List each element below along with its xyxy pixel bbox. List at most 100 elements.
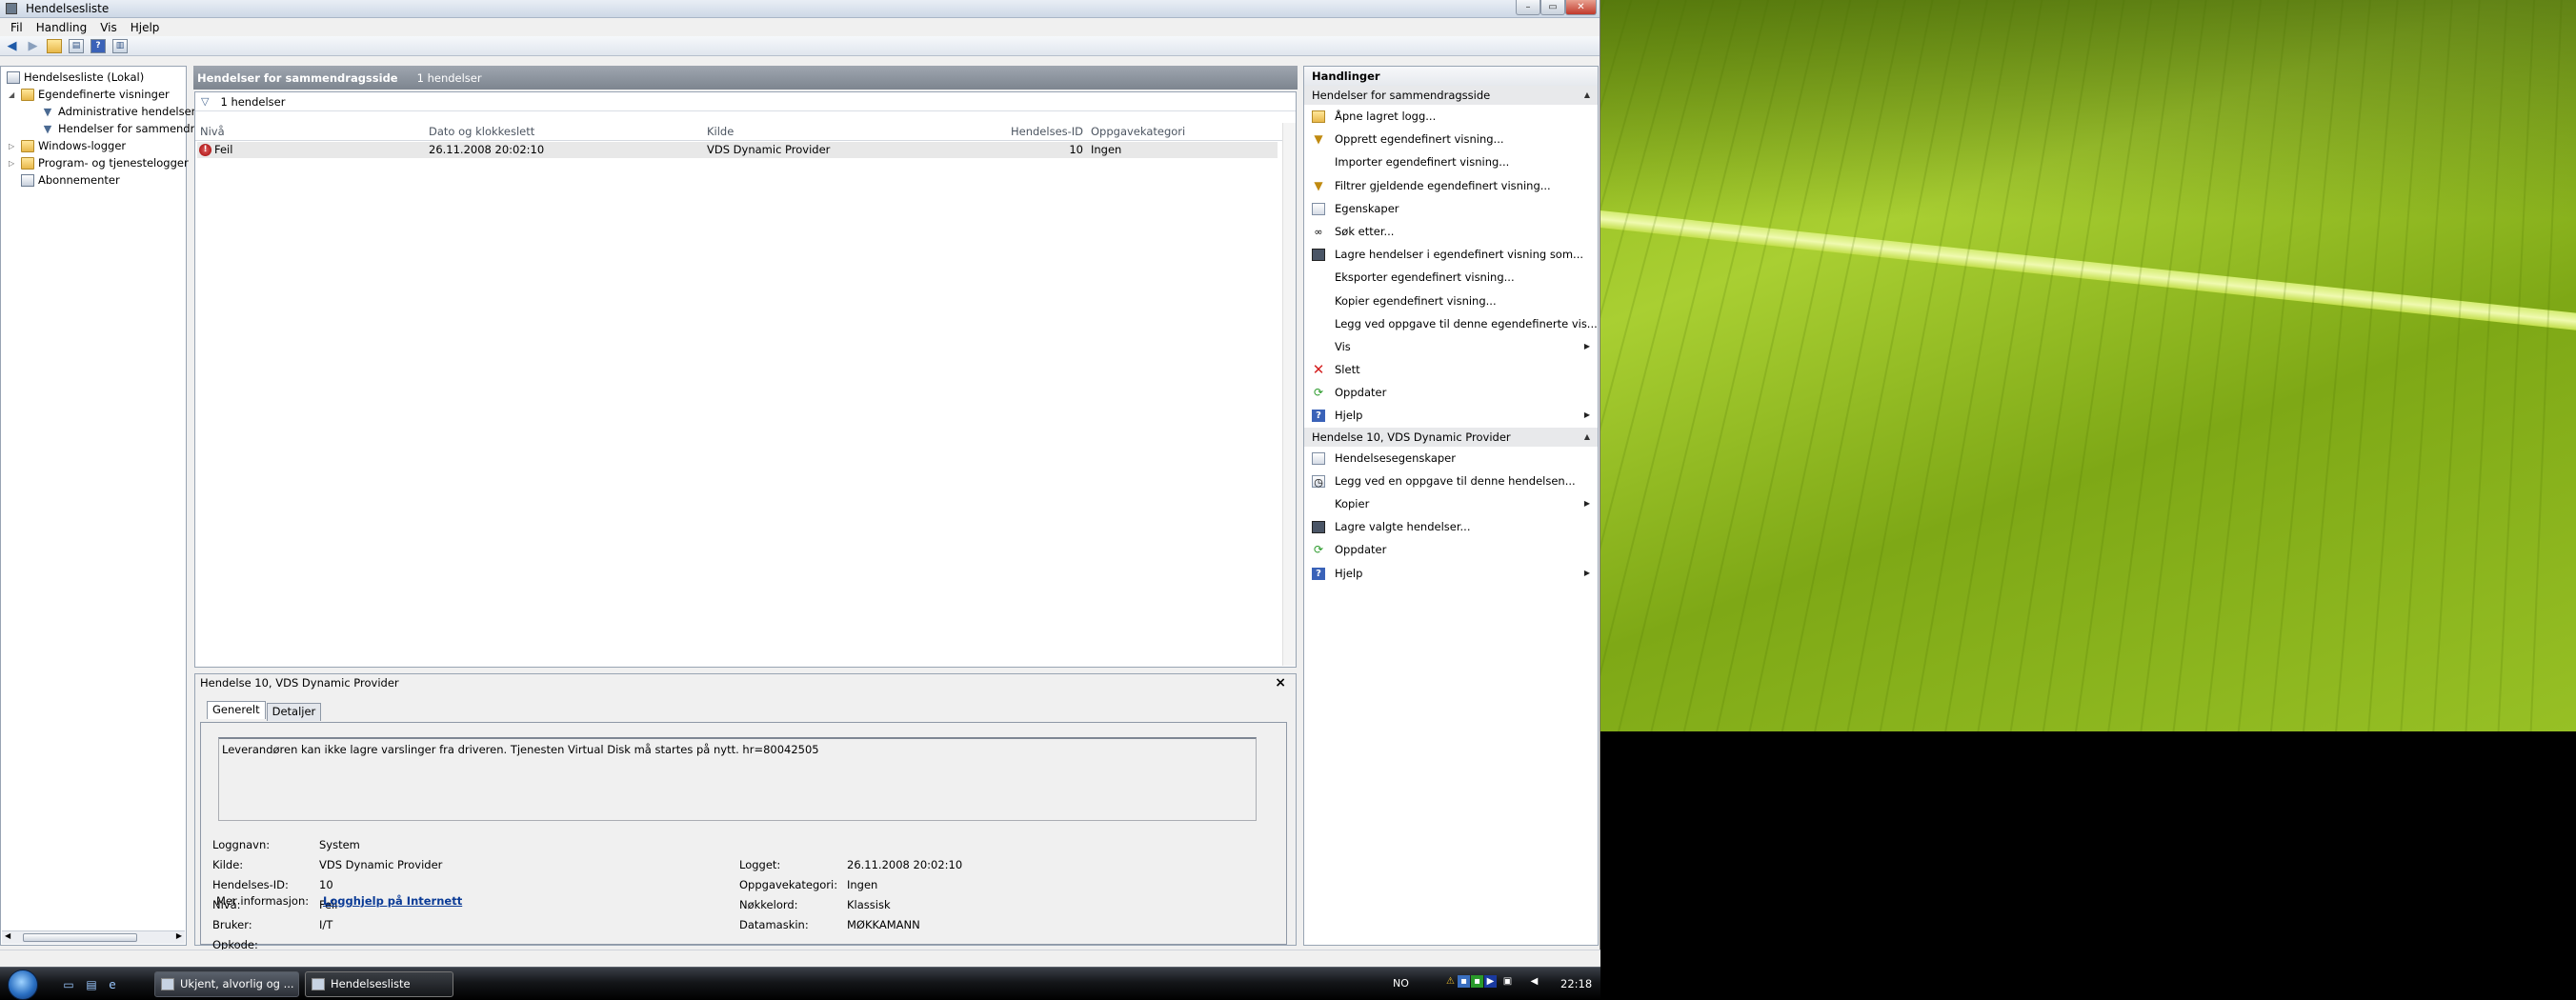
event-viewer-window: Hendelsesliste – ▭ ✕ Fil Handling Vis Hj… [0, 0, 1600, 967]
security-icon[interactable]: ⚠ [1444, 975, 1457, 988]
event-message[interactable]: Leverandøren kan ikke lagre varslinger f… [218, 737, 1257, 821]
tray-media-icon[interactable]: ▶ [1484, 975, 1497, 988]
start-button[interactable] [8, 970, 38, 1000]
show-desktop-icon[interactable]: ▭ [61, 978, 76, 991]
taskbar-item-event-viewer[interactable]: Hendelsesliste [305, 971, 453, 997]
action-item[interactable]: Eksporter egendefinert visning... [1304, 266, 1598, 289]
menu-fil[interactable]: Fil [4, 21, 30, 34]
table-row[interactable]: ! Feil 26.11.2008 20:02:10 VDS Dynamic Pr… [197, 142, 1278, 158]
scroll-left-arrow-icon[interactable]: ◀ [5, 931, 10, 940]
action-item[interactable]: ∞ Søk etter... [1304, 220, 1598, 243]
details-tabs: Generelt Detaljer [207, 701, 322, 721]
label-logged: Logget: [739, 858, 781, 871]
label-computer: Datamaskin: [739, 918, 809, 931]
tree-item-windows-logs[interactable]: ▷ Windows-logger [9, 138, 126, 154]
actions-section-view[interactable]: Hendelser for sammendragsside [1304, 86, 1598, 105]
volume-icon[interactable]: ◀ [1528, 975, 1540, 988]
tab-details[interactable]: Detaljer [266, 703, 322, 721]
up-folder-icon[interactable] [47, 38, 62, 53]
action-item[interactable]: Importer egendefinert visning... [1304, 150, 1598, 173]
action-item[interactable]: Egenskaper [1304, 197, 1598, 220]
close-icon[interactable]: × [1275, 675, 1286, 690]
tree-item-summary-events[interactable]: ▼ Hendelser for sammendr [41, 121, 195, 137]
general-tab-body: Leverandøren kan ikke lagre varslinger f… [200, 722, 1287, 951]
action-label: Legg ved oppgave til denne egendefinerte… [1335, 316, 1598, 330]
filter-count: 1 hendelser [220, 94, 286, 109]
label-log-name: Loggnavn: [212, 838, 271, 851]
forward-arrow-icon[interactable]: ▶ [24, 38, 42, 54]
tree-item-root[interactable]: Hendelsesliste (Lokal) [7, 70, 144, 86]
actions-list-view: Åpne lagret logg... ▼ Opprett egendefinert… [1304, 105, 1598, 428]
back-arrow-icon[interactable]: ◀ [3, 38, 21, 54]
clock[interactable]: 22:18 [1560, 977, 1592, 990]
tree-item-subscriptions[interactable]: Abonnementer [21, 172, 120, 189]
action-item[interactable]: Kopier ▶ [1304, 492, 1598, 515]
maximize-button[interactable]: ▭ [1540, 0, 1565, 15]
filter-bar: ▽ 1 hendelser [195, 92, 1296, 111]
action-item[interactable]: Vis ▶ [1304, 335, 1598, 358]
taskbar-item-ie[interactable]: Ukjent, alvorlig og ... [154, 971, 299, 997]
scroll-right-arrow-icon[interactable]: ▶ [176, 931, 182, 940]
expand-arrow-icon[interactable]: ▷ [9, 138, 17, 154]
value-logged: 26.11.2008 20:02:10 [847, 858, 963, 871]
language-indicator[interactable]: NO [1393, 977, 1409, 990]
actions-list-event: Hendelsesegenskaper ◷ Legg ved en oppgave … [1304, 447, 1598, 585]
tree-horizontal-scrollbar[interactable]: ◀ ▶ [2, 930, 185, 944]
tree-item-label: Hendelser for sammendr [58, 122, 195, 135]
action-item[interactable]: ◷ Legg ved en oppgave til denne hendelsen… [1304, 470, 1598, 492]
column-datetime[interactable]: Dato og klokkeslett [429, 125, 534, 138]
action-label: Lagre hendelser i egendefinert visning s… [1335, 248, 1584, 262]
help-icon[interactable]: ? [91, 38, 106, 53]
action-label: Kopier egendefinert visning... [1335, 293, 1497, 308]
action-item[interactable]: Åpne lagret logg... [1304, 105, 1598, 128]
tray-update-icon[interactable]: ▪ [1471, 975, 1483, 988]
action-item[interactable]: Kopier egendefinert visning... [1304, 290, 1598, 312]
column-source[interactable]: Kilde [707, 125, 734, 138]
show-hide-action-pane-icon[interactable]: ▥ [112, 38, 128, 53]
tree-item-app-logs[interactable]: ▷ Program- og tjenestelogger [9, 155, 189, 171]
column-level[interactable]: Nivå [200, 125, 225, 138]
tree-item-admin-events[interactable]: ▼ Administrative hendelser [41, 104, 196, 120]
properties-icon [1312, 202, 1325, 215]
action-item[interactable]: ▼ Filtrer gjeldende egendefinert visning.… [1304, 174, 1598, 197]
submenu-arrow-icon: ▶ [1583, 410, 1590, 420]
action-item[interactable]: ▼ Opprett egendefinert visning... [1304, 128, 1598, 150]
action-item[interactable]: Lagre valgte hendelser... [1304, 515, 1598, 538]
properties-icon [1312, 451, 1325, 465]
menu-vis[interactable]: Vis [93, 21, 124, 34]
tab-general[interactable]: Generelt [207, 701, 266, 719]
column-event-id[interactable]: Hendelses-ID [1011, 125, 1083, 138]
label-more-info: Mer informasjon: [216, 894, 310, 908]
collapse-arrow-icon[interactable]: ◢ [9, 87, 17, 103]
action-item[interactable]: ? Hjelp ▶ [1304, 562, 1598, 585]
action-item[interactable]: Lagre hendelser i egendefinert visning s… [1304, 243, 1598, 266]
action-item[interactable]: ⟳ Oppdater [1304, 538, 1598, 561]
action-item[interactable]: Hendelsesegenskaper [1304, 447, 1598, 470]
column-task-category[interactable]: Oppgavekategori [1091, 125, 1185, 138]
action-label: Kopier [1335, 497, 1370, 510]
title-bar[interactable]: Hendelsesliste – ▭ ✕ [0, 0, 1600, 18]
menu-hjelp[interactable]: Hjelp [124, 21, 167, 34]
more-info-link[interactable]: Logghjelp på Internett [323, 894, 462, 908]
internet-explorer-icon[interactable]: e [105, 978, 120, 991]
expand-arrow-icon[interactable]: ▷ [9, 155, 17, 171]
network-icon[interactable]: ▣ [1501, 975, 1514, 988]
tree-item-custom-views[interactable]: ◢ Egendefinerte visninger [9, 87, 170, 103]
action-item[interactable]: ? Hjelp ▶ [1304, 404, 1598, 427]
tray-app-icon[interactable]: ▪ [1458, 975, 1470, 988]
action-item[interactable]: ⟳ Oppdater [1304, 381, 1598, 404]
action-item[interactable]: Legg ved oppgave til denne egendefinerte… [1304, 312, 1598, 335]
show-hide-tree-icon[interactable]: ▤ [69, 38, 84, 53]
switch-windows-icon[interactable]: ▤ [84, 978, 99, 991]
folder-icon [21, 140, 34, 152]
tree-item-label: Program- og tjenestelogger [38, 156, 189, 170]
close-button[interactable]: ✕ [1565, 0, 1597, 15]
cell-source: VDS Dynamic Provider [707, 143, 831, 156]
binoculars-icon: ∞ [1314, 225, 1323, 238]
menu-handling[interactable]: Handling [30, 21, 94, 34]
minimize-button[interactable]: – [1516, 0, 1540, 15]
action-item[interactable]: ✕ Slett [1304, 358, 1598, 381]
scrollbar-thumb[interactable] [23, 933, 137, 942]
event-list-scrollbar[interactable] [1282, 123, 1296, 666]
actions-section-event[interactable]: Hendelse 10, VDS Dynamic Provider [1304, 427, 1598, 447]
